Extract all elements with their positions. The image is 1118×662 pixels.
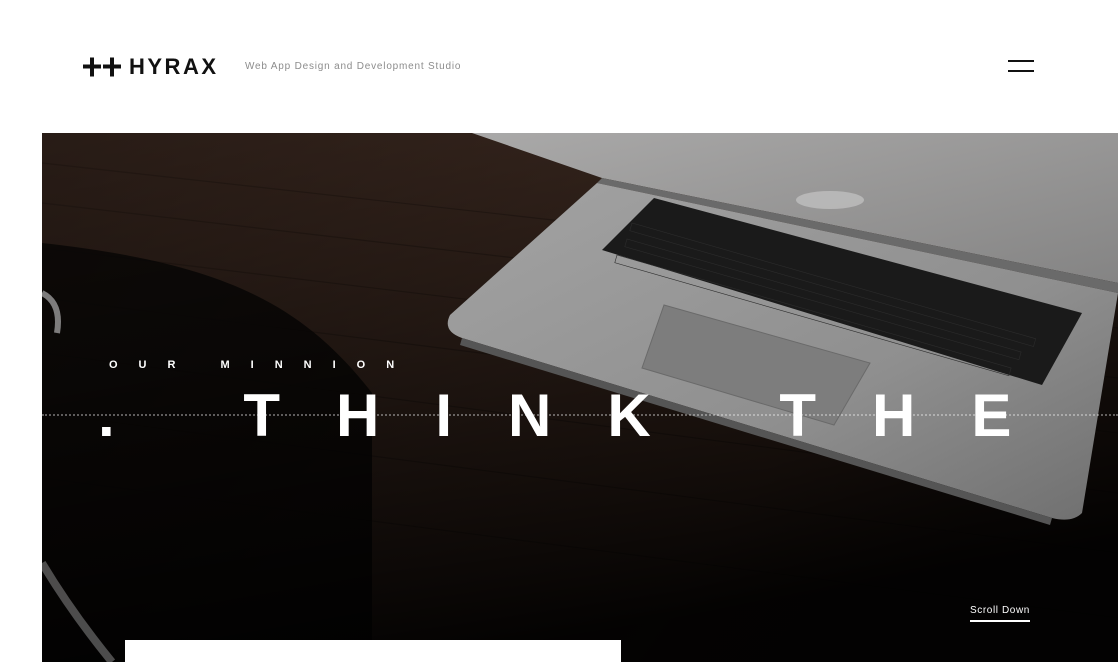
hero-eyebrow: OUR MINNION [109, 359, 416, 371]
logo[interactable]: HYRAX [83, 56, 219, 78]
hero-section: OUR MINNION E. THINK THE Scroll Down [42, 133, 1118, 662]
logo-text: HYRAX [129, 54, 219, 79]
tagline: Web App Design and Development Studio [245, 61, 462, 72]
site-header: HYRAX Web App Design and Development Stu… [0, 0, 1118, 133]
cross-logo-icon [83, 56, 123, 78]
content-card [125, 640, 621, 662]
hero-headline: E. THINK THE [42, 382, 1068, 449]
hamburger-icon[interactable] [1006, 58, 1036, 74]
scroll-down-link[interactable]: Scroll Down [970, 605, 1030, 622]
